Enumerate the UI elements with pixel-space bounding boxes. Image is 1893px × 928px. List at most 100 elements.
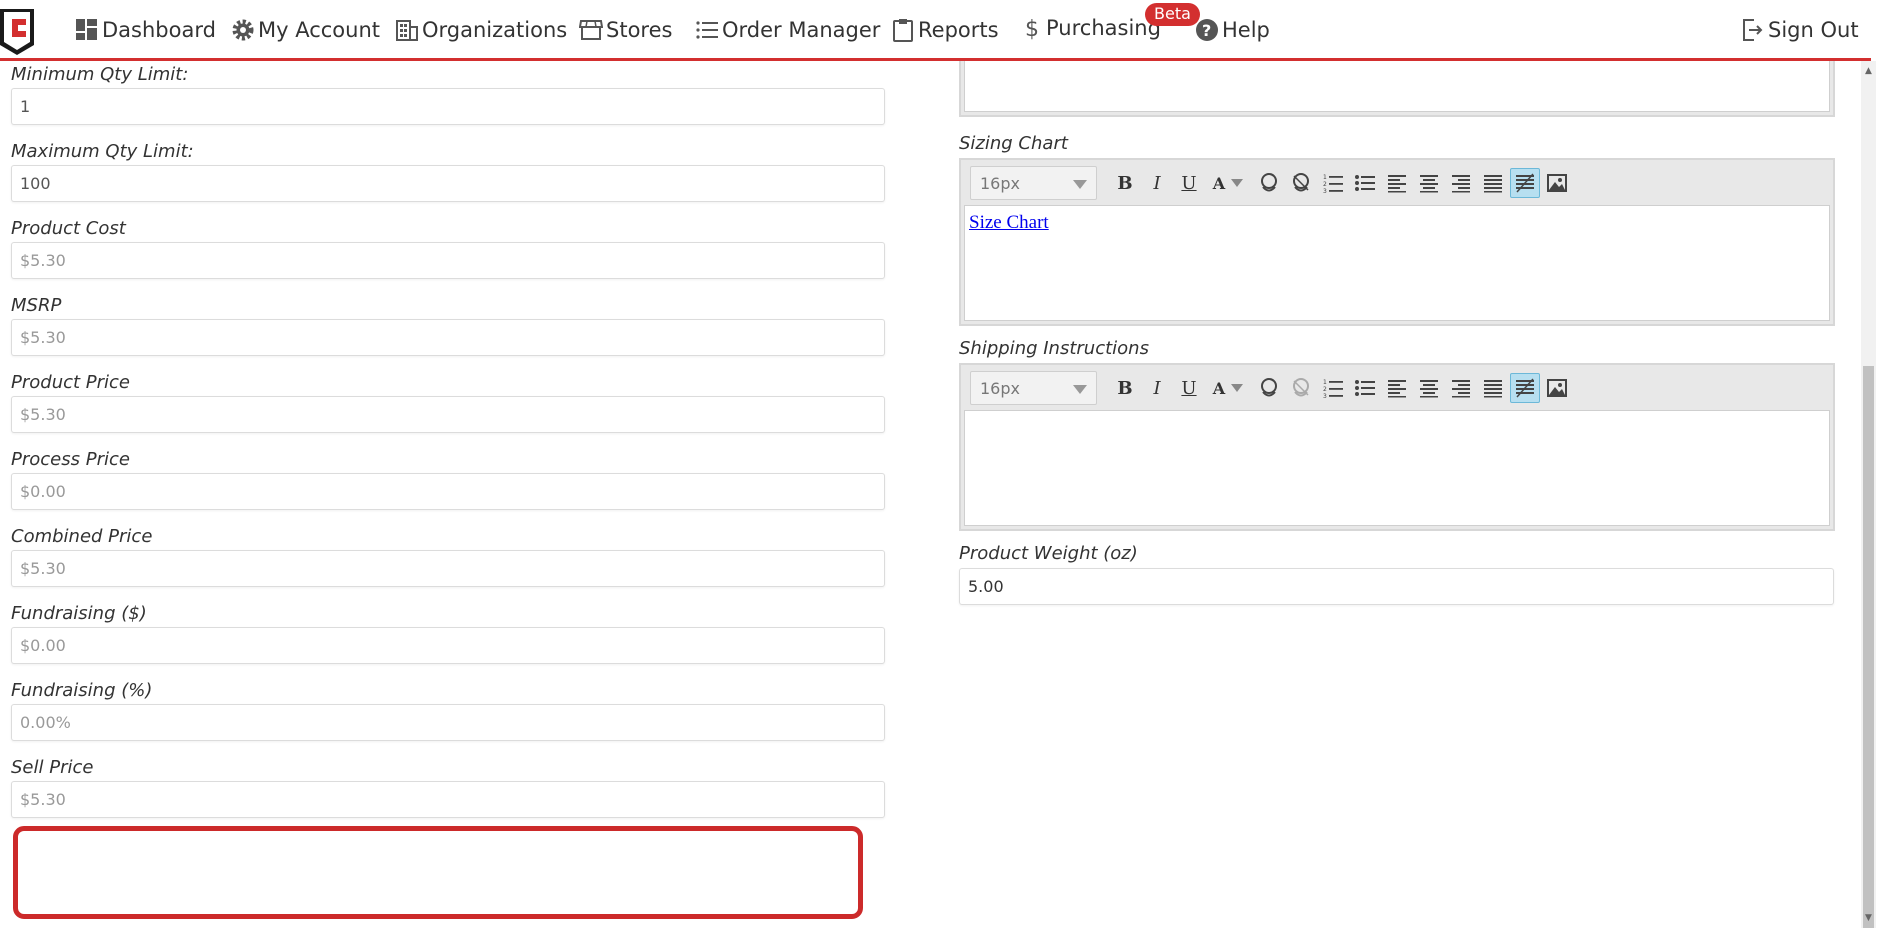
underline-button[interactable]: U bbox=[1174, 373, 1204, 403]
source-toggle-button[interactable] bbox=[1510, 168, 1540, 198]
brand-logo-icon[interactable] bbox=[0, 7, 36, 55]
font-color-icon: A bbox=[1212, 378, 1226, 398]
justify-button[interactable] bbox=[1478, 168, 1508, 198]
scroll-thumb[interactable] bbox=[1863, 366, 1874, 928]
bold-button[interactable]: B bbox=[1110, 373, 1140, 403]
ordered-list-button[interactable]: 123 bbox=[1318, 168, 1348, 198]
nav-purchasing[interactable]: $ Purchasing bbox=[1019, 14, 1161, 42]
bullet-list-button[interactable] bbox=[1350, 168, 1380, 198]
nav-stores[interactable]: Stores bbox=[579, 16, 672, 44]
align-right-button[interactable] bbox=[1446, 168, 1476, 198]
unlink-button[interactable] bbox=[1286, 168, 1316, 198]
bullet-list-button[interactable] bbox=[1350, 373, 1380, 403]
align-left-icon bbox=[1388, 380, 1406, 398]
previous-editor-bottom bbox=[959, 61, 1835, 117]
product-price-input bbox=[11, 396, 885, 433]
dashboard-icon bbox=[76, 19, 97, 40]
justify-icon bbox=[1484, 380, 1502, 398]
link-icon bbox=[1261, 173, 1277, 192]
underline-button[interactable]: U bbox=[1174, 168, 1204, 198]
align-center-button[interactable] bbox=[1414, 168, 1444, 198]
svg-text:3: 3 bbox=[1323, 393, 1327, 399]
bold-icon: B bbox=[1117, 377, 1133, 399]
question-icon: ? bbox=[1196, 19, 1218, 41]
underline-icon: U bbox=[1181, 172, 1197, 194]
shipping-instructions-body[interactable] bbox=[964, 410, 1830, 526]
sizing-chart-toolbar: 16px B I U A 123 bbox=[961, 160, 1833, 205]
font-size-select[interactable]: 16px bbox=[970, 371, 1097, 405]
bold-button[interactable]: B bbox=[1110, 168, 1140, 198]
size-chart-link[interactable]: Size Chart bbox=[969, 212, 1049, 234]
fundraising-dollar-input bbox=[11, 627, 885, 664]
italic-button[interactable]: I bbox=[1142, 168, 1172, 198]
gear-icon bbox=[232, 19, 254, 41]
sizing-chart-body[interactable]: Size Chart bbox=[964, 205, 1830, 321]
insert-image-button[interactable] bbox=[1542, 168, 1572, 198]
nav-reports[interactable]: Reports bbox=[891, 16, 999, 44]
beta-badge: Beta bbox=[1145, 3, 1200, 26]
scroll-down-arrow-icon[interactable]: ▼ bbox=[1863, 912, 1874, 924]
unlink-icon bbox=[1293, 378, 1309, 397]
align-left-icon bbox=[1388, 175, 1406, 193]
sign-out-button[interactable]: Sign Out bbox=[1741, 16, 1859, 44]
building-icon bbox=[396, 20, 418, 41]
sell-price-input bbox=[11, 781, 885, 818]
unlink-button bbox=[1286, 373, 1316, 403]
font-color-button[interactable]: A bbox=[1206, 168, 1250, 198]
product-weight-input[interactable] bbox=[959, 568, 1834, 605]
unlink-icon bbox=[1293, 173, 1309, 192]
nav-help[interactable]: ? Help bbox=[1195, 16, 1270, 44]
align-right-button[interactable] bbox=[1446, 373, 1476, 403]
link-button[interactable] bbox=[1254, 373, 1284, 403]
align-right-icon bbox=[1452, 380, 1470, 398]
nav-dashboard-label: Dashboard bbox=[102, 18, 216, 42]
insert-image-button[interactable] bbox=[1542, 373, 1572, 403]
ordered-list-icon: 123 bbox=[1323, 174, 1343, 194]
image-icon bbox=[1547, 379, 1567, 397]
nav-organizations[interactable]: Organizations bbox=[395, 16, 567, 44]
bold-icon: B bbox=[1117, 172, 1133, 194]
previous-editor-body[interactable] bbox=[964, 61, 1830, 112]
justify-icon bbox=[1484, 175, 1502, 193]
scroll-up-arrow-icon[interactable]: ▲ bbox=[1863, 65, 1874, 77]
min-qty-input[interactable] bbox=[11, 88, 885, 125]
nav-help-label: Help bbox=[1222, 18, 1270, 42]
highlighted-empty-area bbox=[13, 826, 863, 919]
ordered-list-icon: 123 bbox=[1323, 379, 1343, 399]
product-cost-input bbox=[11, 242, 885, 279]
nav-dashboard[interactable]: Dashboard bbox=[75, 16, 216, 44]
fundraising-dollar-label: Fundraising ($) bbox=[11, 603, 147, 624]
sizing-chart-label: Sizing Chart bbox=[959, 133, 1068, 154]
nav-order-manager[interactable]: Order Manager bbox=[695, 16, 880, 44]
justify-button[interactable] bbox=[1478, 373, 1508, 403]
max-qty-input[interactable] bbox=[11, 165, 885, 202]
font-color-button[interactable]: A bbox=[1206, 373, 1250, 403]
process-price-label: Process Price bbox=[11, 449, 130, 470]
shipping-instructions-editor: 16px B I U A 123 bbox=[959, 363, 1835, 531]
link-button[interactable] bbox=[1254, 168, 1284, 198]
nav-reports-label: Reports bbox=[918, 18, 999, 42]
product-cost-label: Product Cost bbox=[11, 218, 126, 239]
image-icon bbox=[1547, 174, 1567, 192]
align-left-button[interactable] bbox=[1382, 168, 1412, 198]
italic-button[interactable]: I bbox=[1142, 373, 1172, 403]
msrp-input bbox=[11, 319, 885, 356]
nav-my-account[interactable]: My Account bbox=[231, 16, 380, 44]
page-scrollbar[interactable]: ▲ ▼ bbox=[1861, 61, 1876, 928]
link-icon bbox=[1261, 378, 1277, 397]
source-toggle-icon bbox=[1516, 173, 1534, 193]
align-center-button[interactable] bbox=[1414, 373, 1444, 403]
shipping-instructions-toolbar: 16px B I U A 123 bbox=[961, 365, 1833, 410]
svg-text:3: 3 bbox=[1323, 188, 1327, 194]
nav-my-account-label: My Account bbox=[258, 18, 381, 42]
font-size-select[interactable]: 16px bbox=[970, 166, 1097, 200]
ordered-list-button[interactable]: 123 bbox=[1318, 373, 1348, 403]
sizing-chart-editor: 16px B I U A 123 Size Chart bbox=[959, 158, 1835, 326]
msrp-label: MSRP bbox=[11, 295, 62, 316]
italic-icon: I bbox=[1153, 377, 1161, 399]
sell-price-label: Sell Price bbox=[11, 757, 94, 778]
sign-out-label: Sign Out bbox=[1768, 18, 1859, 42]
bullet-list-icon bbox=[1355, 380, 1375, 396]
align-left-button[interactable] bbox=[1382, 373, 1412, 403]
source-toggle-button[interactable] bbox=[1510, 373, 1540, 403]
